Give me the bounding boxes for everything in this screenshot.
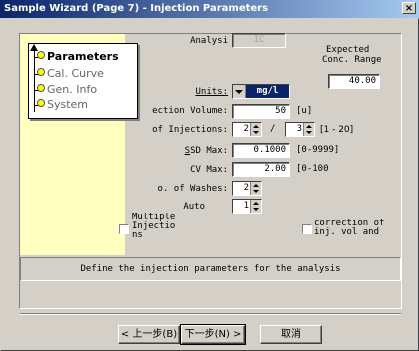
title-bar: Sample Wizard (Page 7) - Injection Param… [0, 0, 419, 18]
bullet-icon [37, 99, 45, 107]
expected-conc-field[interactable]: 40.00 [328, 74, 380, 89]
units-label-text: Units: [195, 87, 228, 97]
bullet-icon [37, 68, 45, 76]
injections-min-value: 2 [243, 124, 249, 134]
step-parameters[interactable]: Parameters [37, 50, 119, 64]
footer-divider [20, 313, 401, 315]
sd-label-text: SD Max: [190, 146, 228, 156]
next-button[interactable]: 下一步(N) > [180, 324, 246, 345]
cv-range: [0-100 [296, 164, 329, 174]
washes-value: 2 [243, 183, 249, 193]
step-system[interactable]: System [37, 98, 88, 112]
correction-label: correction of inj. vol and [314, 219, 385, 237]
units-dropdown[interactable]: mg/l [232, 84, 290, 99]
volume-field[interactable]: 50 [232, 104, 290, 119]
auto-label: Auto [183, 202, 205, 212]
expected-label-2: Conc. Range [322, 55, 382, 65]
injections-min-stepper[interactable]: 2 [232, 122, 262, 137]
window-title: Sample Wizard (Page 7) - Injection Param… [4, 3, 269, 14]
sd-max-field[interactable]: 0.1000 [232, 143, 290, 158]
spin-arrows-icon[interactable] [250, 123, 261, 136]
step-label: Parameters [47, 50, 119, 63]
steps-connector [34, 50, 35, 112]
step-cal-curve[interactable]: Cal. Curve [37, 67, 104, 81]
close-button[interactable]: × [402, 2, 416, 14]
back-button[interactable]: < 上一步(B) [118, 325, 180, 344]
cv-max-field[interactable]: 2.00 [232, 162, 290, 177]
units-label: Units: [150, 87, 228, 97]
step-label: Gen. Info [47, 83, 98, 96]
spin-arrows-icon[interactable] [303, 123, 314, 136]
bullet-icon [37, 51, 45, 59]
injections-max-stepper[interactable]: 3 [285, 122, 315, 137]
injections-max-value: 3 [296, 124, 302, 134]
analysis-label: Analysi [190, 36, 228, 46]
injections-range: [1 - 20] [320, 125, 354, 135]
expected-label-1: Expected [326, 45, 370, 55]
step-label: System [47, 98, 89, 111]
cv-label: CV Max: [190, 165, 228, 175]
auto-stepper[interactable]: 1 [232, 199, 262, 214]
multiple-injections-checkbox[interactable] [119, 224, 129, 234]
step-label: Cal. Curve [47, 67, 104, 80]
volume-label: ection Volume: [152, 106, 228, 116]
step-gen-info[interactable]: Gen. Info [37, 83, 97, 97]
units-value: mg/l [246, 85, 289, 98]
sd-range: [0-9999] [296, 145, 340, 155]
washes-label: o. of Washes: [157, 184, 228, 194]
info-message: Define the injection parameters for the … [20, 257, 401, 281]
wizard-steps-nav: Parameters Cal. Curve Gen. Info System [28, 43, 138, 119]
chevron-down-icon[interactable] [233, 85, 246, 98]
cancel-button[interactable]: 取消 [260, 325, 322, 344]
correction-checkbox[interactable] [302, 224, 312, 234]
sd-label: SSD Max: [184, 146, 228, 156]
volume-unit: [u] [296, 106, 313, 116]
analysis-field: IC [232, 33, 286, 48]
washes-stepper[interactable]: 2 [232, 181, 262, 196]
spin-arrows-icon[interactable] [250, 182, 261, 195]
injections-separator: / [270, 124, 276, 134]
injections-label: of Injections: [152, 125, 228, 135]
spin-arrows-icon[interactable] [250, 200, 261, 213]
bullet-icon [37, 84, 45, 92]
multiple-injections-label: Multiple Injectio ns [132, 213, 176, 240]
auto-value: 1 [243, 201, 249, 211]
